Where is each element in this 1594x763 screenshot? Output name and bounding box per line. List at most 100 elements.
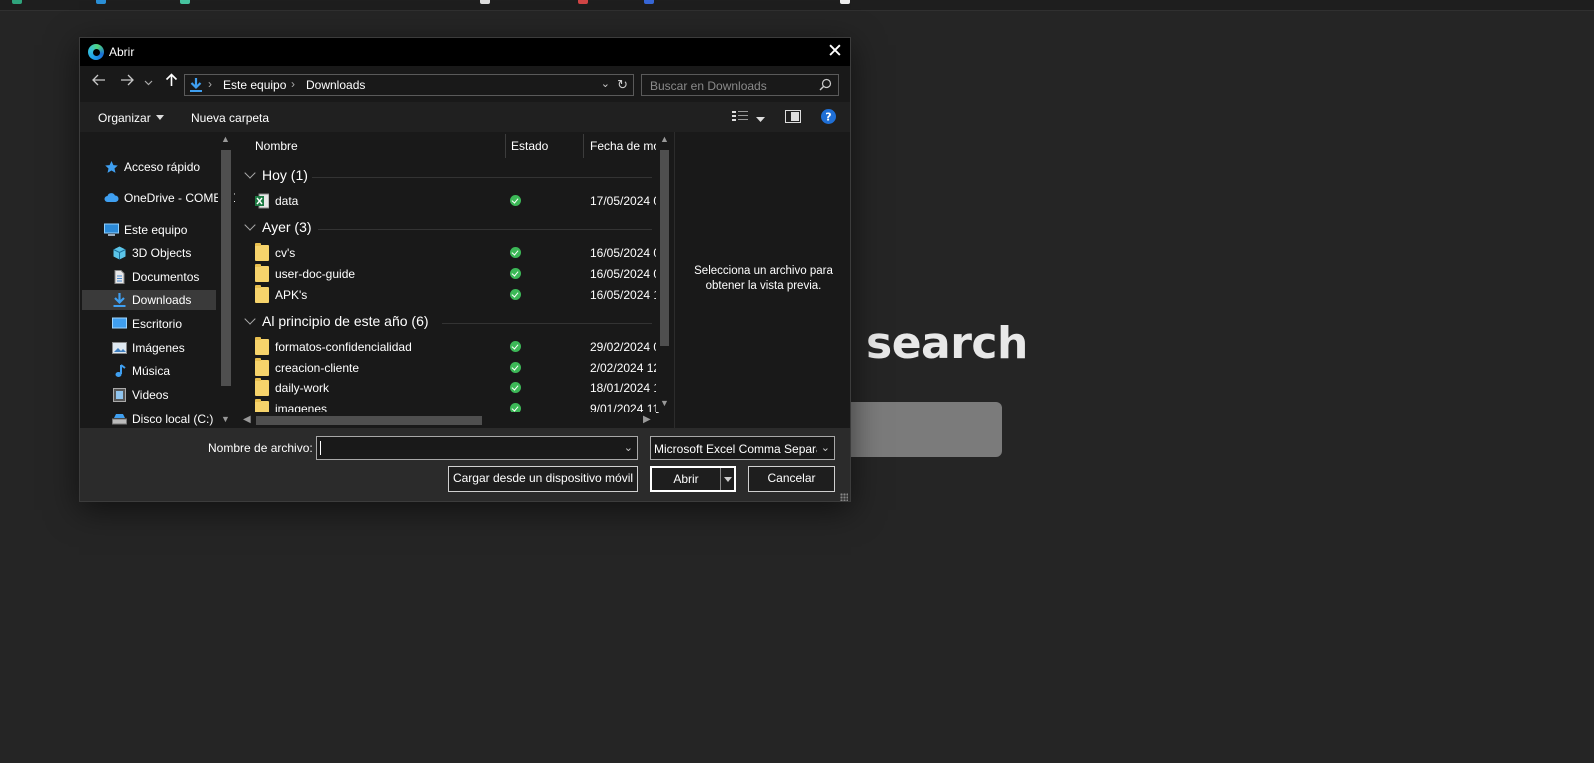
download-icon — [190, 78, 202, 92]
group-divider — [312, 177, 652, 178]
column-divider[interactable] — [505, 134, 506, 158]
document-icon — [114, 270, 125, 284]
preview-pane-button[interactable] — [785, 110, 801, 126]
dialog-footer: Nombre de archivo: ⌄ Microsoft Excel Com… — [80, 428, 850, 501]
search-icon — [819, 78, 832, 91]
file-row-cvs[interactable]: cv's 16/05/2024 0 — [255, 243, 660, 263]
organize-label: Organizar — [98, 111, 151, 125]
cancel-button[interactable]: Cancelar — [748, 466, 835, 492]
help-icon: ? — [821, 109, 836, 124]
group-header-principio-ano[interactable]: Al principio de este año (6) — [242, 313, 652, 329]
synced-status-icon — [510, 247, 521, 258]
chevron-down-icon — [244, 167, 256, 179]
address-history-dropdown[interactable]: ⌄ — [601, 77, 610, 90]
synced-status-icon — [510, 289, 521, 300]
folder-icon — [255, 243, 269, 261]
file-name: formatos-confidencialidad — [275, 340, 412, 354]
image-icon — [112, 342, 127, 354]
file-type-select[interactable]: Microsoft Excel Comma Separated Values F… — [650, 436, 835, 460]
arrow-up-icon — [165, 73, 177, 86]
folder-icon — [255, 285, 269, 303]
scroll-right-arrow[interactable]: ▶ — [643, 414, 651, 425]
chevron-down-icon — [244, 219, 256, 231]
open-options-dropdown[interactable] — [720, 468, 734, 490]
address-bar[interactable]: › Este equipo › Downloads ⌄ ↻ — [184, 74, 634, 96]
sidebar-scrollbar[interactable]: ▲ ▼ — [218, 132, 234, 428]
search-box[interactable]: Buscar en Downloads — [641, 74, 839, 96]
sidebar-item-downloads[interactable]: Downloads — [82, 290, 216, 310]
filename-label: Nombre de archivo: — [208, 441, 313, 455]
change-view-button[interactable] — [732, 110, 748, 125]
cube-icon — [113, 246, 126, 260]
breadcrumb-separator: › — [291, 77, 295, 91]
resize-grip-icon[interactable] — [840, 493, 848, 501]
file-type-value: Microsoft Excel Comma Separated Values F… — [654, 442, 817, 456]
cloud-icon — [104, 193, 119, 202]
folder-icon — [255, 337, 269, 355]
drive-icon — [112, 414, 127, 425]
breadcrumb-este-equipo[interactable]: Este equipo — [223, 78, 286, 92]
scroll-up-arrow[interactable]: ▲ — [221, 134, 230, 144]
group-header-ayer[interactable]: Ayer (3) — [242, 219, 652, 235]
file-list-horizontal-scrollbar[interactable]: ◀ ▶ — [240, 412, 656, 428]
forward-button[interactable] — [117, 73, 137, 93]
filename-field[interactable]: ⌄ — [316, 436, 638, 460]
synced-status-icon — [510, 382, 521, 393]
synced-status-icon — [510, 195, 521, 206]
upload-from-mobile-button[interactable]: Cargar desde un dispositivo móvil — [448, 466, 638, 492]
file-list-vertical-scrollbar[interactable]: ▲ ▼ — [656, 132, 672, 412]
open-button[interactable]: Abrir — [650, 466, 736, 492]
scrollbar-thumb[interactable] — [221, 150, 231, 386]
column-divider[interactable] — [583, 134, 584, 158]
preview-pane-icon — [785, 110, 801, 123]
scroll-down-arrow[interactable]: ▼ — [660, 398, 669, 408]
preview-pane: Selecciona un archivo para obtener la vi… — [674, 132, 850, 428]
file-row-data[interactable]: data 17/05/2024 0 — [255, 191, 660, 211]
back-button[interactable] — [89, 73, 109, 93]
search-input[interactable]: Buscar en Downloads — [650, 79, 767, 93]
file-row-apks[interactable]: APK's 16/05/2024 1 — [255, 285, 660, 305]
download-icon — [113, 293, 126, 307]
file-row-user-doc-guide[interactable]: user-doc-guide 16/05/2024 0 — [255, 264, 660, 284]
caret-down-icon — [155, 115, 164, 120]
column-nombre[interactable]: Nombre — [255, 139, 298, 153]
folder-icon — [255, 378, 269, 396]
recent-locations-button[interactable] — [142, 73, 154, 93]
group-header-hoy[interactable]: Hoy (1) — [242, 167, 652, 183]
view-options-dropdown[interactable] — [756, 112, 765, 126]
navigation-pane: Acceso rápido OneDrive - COMERCIALIZADOR… — [80, 132, 235, 428]
up-button[interactable] — [161, 73, 181, 93]
page-heading: search — [866, 318, 1028, 369]
file-name: data — [275, 194, 299, 208]
chevron-down-icon[interactable]: ⌄ — [624, 441, 633, 454]
synced-status-icon — [510, 268, 521, 279]
file-row-creacion-cliente[interactable]: creacion-cliente 2/02/2024 12 — [255, 358, 660, 378]
navigation-bar: › Este equipo › Downloads ⌄ ↻ Buscar en … — [80, 66, 850, 102]
scroll-down-arrow[interactable]: ▼ — [221, 414, 230, 424]
file-row-formatos-confidencialidad[interactable]: formatos-confidencialidad 29/02/2024 0 — [255, 337, 660, 357]
open-file-dialog: Abrir ✕ › Este equipo › Downloads ⌄ ↻ Bu… — [79, 37, 851, 502]
star-icon — [105, 161, 118, 173]
synced-status-icon — [510, 362, 521, 373]
synced-status-icon — [510, 341, 521, 352]
scrollbar-thumb[interactable] — [256, 416, 482, 425]
file-name: cv's — [275, 246, 296, 260]
column-fecha[interactable]: Fecha de modificación — [590, 139, 656, 153]
folder-icon — [255, 264, 269, 282]
file-row-daily-work[interactable]: daily-work 18/01/2024 1 — [255, 378, 660, 398]
scroll-left-arrow[interactable]: ◀ — [243, 414, 251, 425]
breadcrumb-downloads[interactable]: Downloads — [306, 78, 365, 92]
breadcrumb-separator: › — [208, 77, 212, 91]
organize-button[interactable]: Organizar — [98, 111, 164, 125]
open-button-label: Abrir — [673, 472, 699, 486]
new-folder-button[interactable]: Nueva carpeta — [191, 111, 269, 125]
caret-down-icon — [756, 117, 765, 122]
close-button[interactable]: ✕ — [820, 38, 850, 66]
help-button[interactable]: ? — [821, 109, 836, 127]
excel-file-icon — [255, 193, 269, 209]
refresh-button[interactable]: ↻ — [617, 77, 628, 93]
scroll-up-arrow[interactable]: ▲ — [660, 134, 669, 144]
scrollbar-thumb[interactable] — [660, 150, 669, 346]
column-estado[interactable]: Estado — [511, 139, 548, 153]
file-name: APK's — [275, 288, 308, 302]
